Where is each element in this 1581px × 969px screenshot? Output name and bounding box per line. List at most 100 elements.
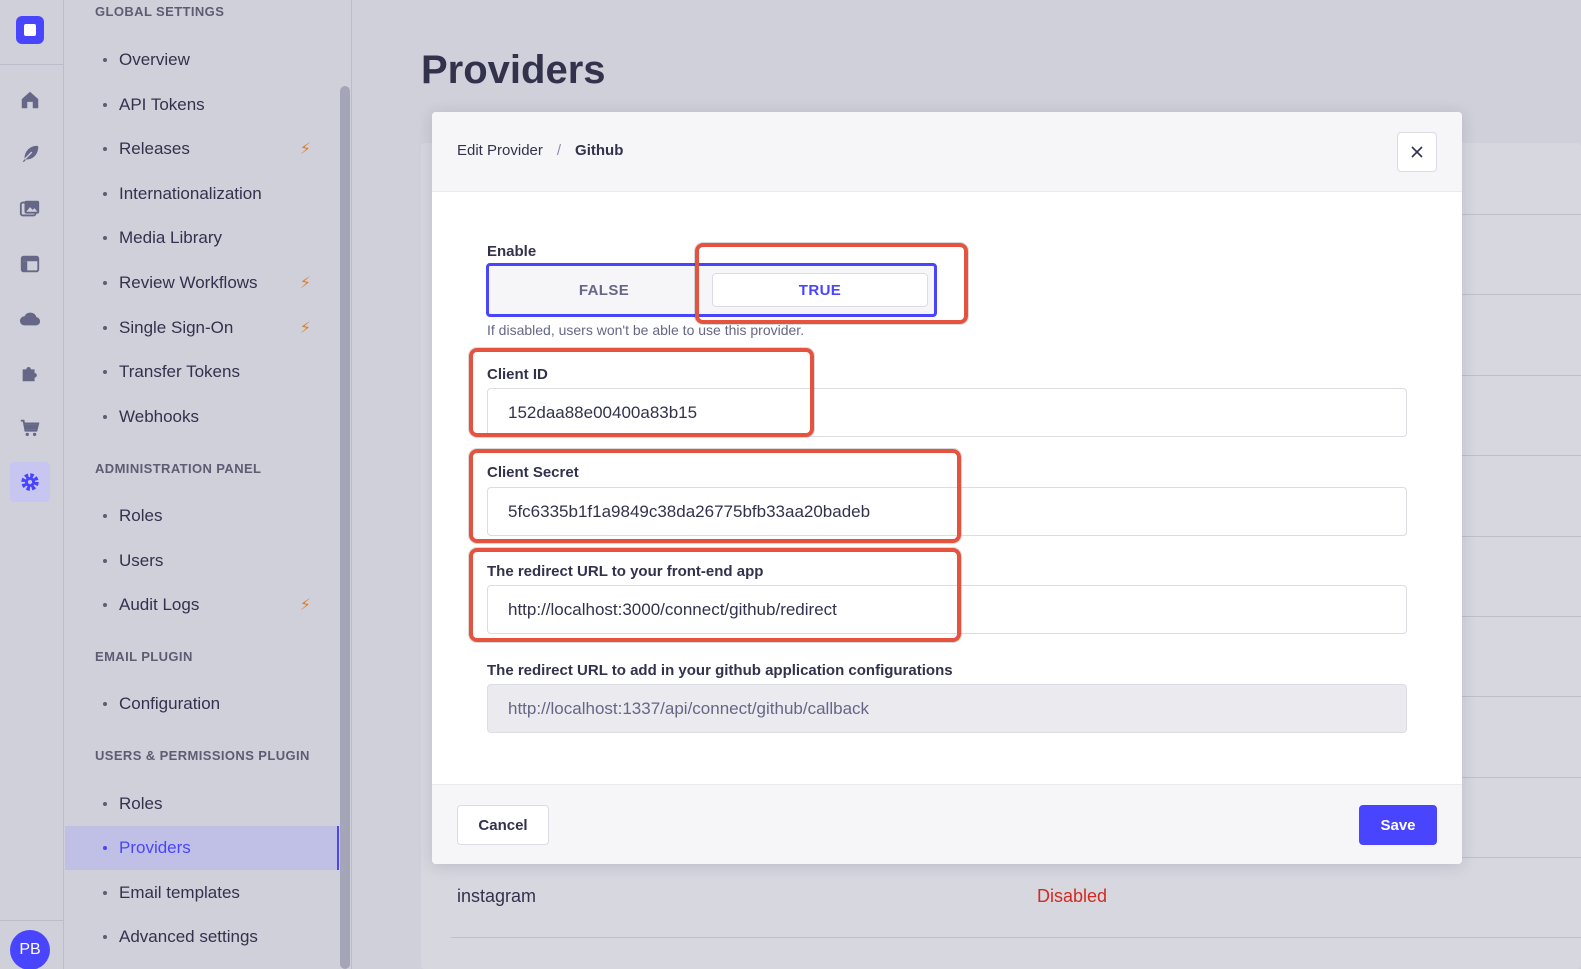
- subnav-item-label: API Tokens: [119, 95, 205, 114]
- breadcrumb-parent: Edit Provider: [457, 142, 543, 159]
- bullet: [103, 415, 107, 419]
- rail-divider-bottom: [0, 920, 64, 921]
- client-id-input[interactable]: 152daa88e00400a83b15: [487, 388, 1407, 437]
- toggle-false-option[interactable]: FALSE: [496, 273, 712, 307]
- subnav-item-label: Overview: [119, 50, 190, 69]
- subnav-item-email-templates[interactable]: Email templates: [65, 871, 339, 915]
- subnav-item-overview[interactable]: Overview: [65, 38, 339, 82]
- enable-label: Enable: [487, 243, 537, 260]
- table-row-divider: [451, 937, 1581, 938]
- bullet: [103, 935, 107, 939]
- subnav-item-label: Internationalization: [119, 184, 262, 203]
- subnav-item-label: Webhooks: [119, 407, 200, 426]
- lightning-icon: ⚡: [299, 320, 311, 337]
- subnav-item-single-sign-on[interactable]: Single Sign-On ⚡: [65, 306, 339, 350]
- bullet: [103, 702, 107, 706]
- redirect-front-input[interactable]: http://localhost:3000/connect/github/red…: [487, 585, 1407, 634]
- redirect-github-label: The redirect URL to add in your github a…: [487, 662, 953, 679]
- bullet: [103, 846, 107, 850]
- avatar-initials: PB: [19, 941, 41, 958]
- redirect-front-label: The redirect URL to your front-end app: [487, 563, 764, 580]
- modal-header: Edit Provider / Github: [432, 112, 1462, 192]
- rail-divider: [0, 64, 64, 65]
- section-email-plugin: EMAIL PLUGIN: [95, 649, 193, 664]
- breadcrumb-separator: /: [556, 142, 562, 159]
- cancel-button[interactable]: Cancel: [457, 805, 549, 845]
- breadcrumb: Edit Provider / Github: [457, 142, 623, 159]
- toggle-true-option[interactable]: TRUE: [712, 273, 928, 307]
- cart-icon[interactable]: [16, 414, 44, 442]
- bullet: [103, 192, 107, 196]
- lightning-icon: ⚡: [299, 275, 311, 292]
- section-users-permissions-plugin: USERS & PERMISSIONS PLUGIN: [95, 748, 310, 763]
- section-global-settings: GLOBAL SETTINGS: [95, 4, 225, 19]
- puzzle-icon[interactable]: [16, 359, 44, 387]
- lightning-icon: ⚡: [299, 141, 311, 158]
- enable-toggle[interactable]: FALSE TRUE: [487, 264, 935, 316]
- breadcrumb-current: Github: [575, 142, 624, 159]
- bullet: [103, 603, 107, 607]
- gear-icon[interactable]: [10, 462, 50, 502]
- bullet: [103, 103, 107, 107]
- client-id-label: Client ID: [487, 366, 548, 383]
- lightning-icon: ⚡: [299, 597, 311, 614]
- feather-icon[interactable]: [16, 140, 44, 168]
- app-logo[interactable]: [16, 16, 44, 44]
- subnav-item-label: Review Workflows: [119, 273, 258, 292]
- subnav-item-releases[interactable]: Releases ⚡: [65, 127, 339, 171]
- bullet: [103, 802, 107, 806]
- subnav-item-providers[interactable]: Providers: [65, 826, 339, 870]
- close-icon: [1411, 146, 1423, 158]
- client-secret-input[interactable]: 5fc6335b1f1a9849c38da26775bfb33aa20badeb: [487, 487, 1407, 536]
- subnav-item-label: Email templates: [119, 883, 240, 902]
- subnav-item-label: Users: [119, 551, 164, 570]
- bullet: [103, 281, 107, 285]
- subnav-item-advanced-settings[interactable]: Advanced settings: [65, 915, 339, 959]
- bullet: [103, 559, 107, 563]
- bullet: [103, 370, 107, 374]
- subnav-item-review-workflows[interactable]: Review Workflows ⚡: [65, 261, 339, 305]
- subnav-item-internationalization[interactable]: Internationalization: [65, 172, 339, 216]
- subnav-item-webhooks[interactable]: Webhooks: [65, 395, 339, 439]
- user-avatar[interactable]: PB: [10, 930, 50, 969]
- edit-provider-modal: Edit Provider / Github Enable FALSE TRUE…: [432, 112, 1462, 864]
- settings-subnav: GLOBAL SETTINGS Overview API Tokens Rele…: [65, 0, 352, 969]
- subnav-item-media-library[interactable]: Media Library: [65, 216, 339, 260]
- subnav-item-label: Single Sign-On: [119, 318, 234, 337]
- subnav-item-label: Releases: [119, 139, 190, 158]
- subnav-item-label: Media Library: [119, 228, 222, 247]
- subnav-item-label: Advanced settings: [119, 927, 258, 946]
- subnav-item-label: Audit Logs: [119, 595, 200, 614]
- subnav-item-label: Providers: [119, 838, 191, 857]
- provider-name-cell[interactable]: instagram: [457, 886, 536, 907]
- provider-status-cell: Disabled: [1037, 886, 1108, 906]
- bullet: [103, 236, 107, 240]
- home-icon[interactable]: [16, 86, 44, 114]
- subnav-item-up-roles[interactable]: Roles: [65, 782, 339, 826]
- subnav-item-users[interactable]: Users: [65, 539, 339, 583]
- page-title: Providers: [421, 48, 606, 92]
- bullet: [103, 514, 107, 518]
- section-administration-panel: ADMINISTRATION PANEL: [95, 461, 262, 476]
- enable-hint: If disabled, users won't be able to use …: [487, 322, 805, 338]
- subnav-item-configuration[interactable]: Configuration: [65, 682, 339, 726]
- subnav-item-transfer-tokens[interactable]: Transfer Tokens: [65, 350, 339, 394]
- subnav-item-admin-roles[interactable]: Roles: [65, 494, 339, 538]
- layout-icon[interactable]: [16, 250, 44, 278]
- close-button[interactable]: [1397, 132, 1437, 172]
- modal-footer: Cancel Save: [432, 784, 1462, 864]
- bullet: [103, 58, 107, 62]
- images-icon[interactable]: [16, 195, 44, 223]
- save-button[interactable]: Save: [1359, 805, 1437, 845]
- bullet: [103, 891, 107, 895]
- subnav-item-audit-logs[interactable]: Audit Logs ⚡: [65, 583, 339, 627]
- bullet: [103, 326, 107, 330]
- subnav-item-api-tokens[interactable]: API Tokens: [65, 83, 339, 127]
- client-secret-label: Client Secret: [487, 464, 579, 481]
- cloud-icon[interactable]: [16, 305, 44, 333]
- main-nav-rail: PB: [0, 0, 64, 969]
- subnav-item-label: Roles: [119, 506, 163, 525]
- redirect-github-input: http://localhost:1337/api/connect/github…: [487, 684, 1407, 733]
- bullet: [103, 147, 107, 151]
- subnav-scrollbar[interactable]: [340, 86, 350, 969]
